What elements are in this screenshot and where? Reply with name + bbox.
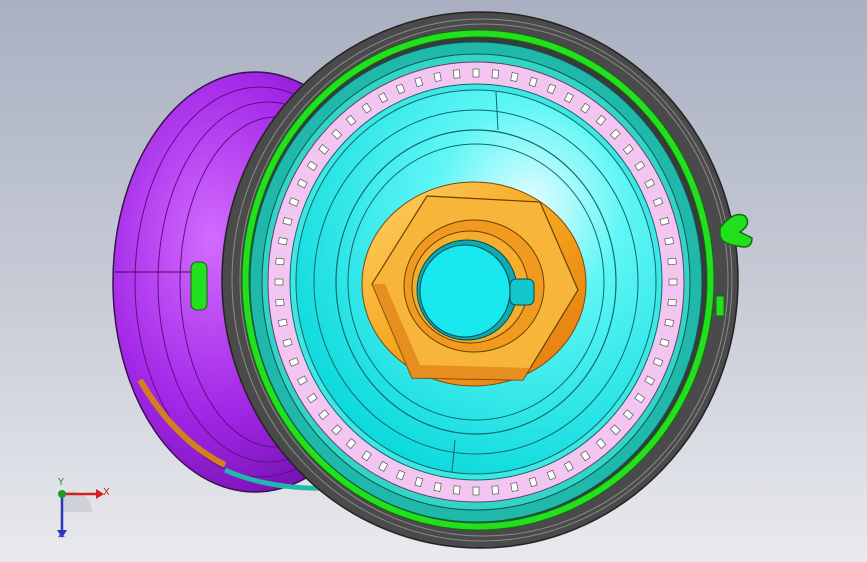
ring-tooth bbox=[472, 486, 480, 496]
ring-tooth bbox=[491, 69, 500, 79]
ring-tooth bbox=[664, 318, 675, 327]
ring-tooth bbox=[277, 237, 288, 246]
ring-tooth bbox=[664, 237, 675, 246]
y-axis-label: Y bbox=[58, 477, 65, 488]
ring-tooth bbox=[472, 68, 480, 78]
ring-tooth bbox=[667, 298, 677, 307]
ring-tooth bbox=[275, 298, 285, 307]
ring-tooth bbox=[668, 278, 678, 286]
ring-tooth bbox=[452, 485, 461, 495]
ring-tooth bbox=[491, 485, 500, 495]
model-view[interactable] bbox=[0, 0, 867, 562]
ring-tooth bbox=[510, 482, 519, 492]
graphics-viewport[interactable]: X Y Z bbox=[0, 0, 867, 562]
ring-tooth bbox=[433, 482, 442, 492]
coordinate-triad[interactable]: X Y Z bbox=[40, 478, 120, 548]
ring-tooth bbox=[274, 278, 284, 286]
ring-tooth bbox=[452, 69, 461, 79]
x-axis-label: X bbox=[103, 487, 110, 498]
ring-tooth bbox=[667, 257, 677, 266]
z-axis-label: Z bbox=[58, 529, 65, 540]
ring-tooth bbox=[277, 318, 288, 327]
ring-tooth bbox=[433, 72, 442, 82]
ring-tooth bbox=[275, 257, 285, 266]
ring-tooth bbox=[510, 72, 519, 82]
